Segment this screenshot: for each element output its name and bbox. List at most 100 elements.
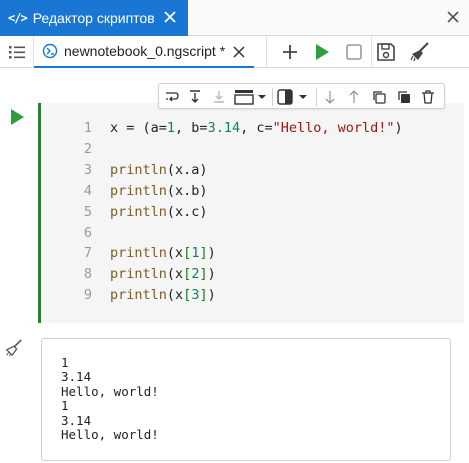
move-down-button[interactable] <box>321 88 339 106</box>
line-number: 9 <box>83 287 92 304</box>
code-line: 6 <box>70 223 110 244</box>
insert-below-button[interactable] <box>186 88 204 106</box>
line-number: 3 <box>83 161 92 178</box>
code-token: (x <box>166 245 184 262</box>
code-token: println <box>110 182 167 199</box>
line-number: 6 <box>83 224 92 241</box>
code-token: , b= <box>175 120 208 136</box>
contrast-icon <box>277 89 307 105</box>
move-up-button[interactable] <box>345 88 363 106</box>
close-icon[interactable] <box>232 45 246 59</box>
notebook-icon <box>42 43 58 59</box>
play-icon <box>316 44 329 60</box>
run-cell-icon[interactable] <box>9 108 25 126</box>
stop-icon <box>346 44 362 60</box>
code-token: (x <box>166 287 184 304</box>
broom-icon <box>410 42 429 62</box>
panel-tab-bar: </> Редактор скриптов <box>0 0 469 36</box>
code-line: 3 println(x.a) <box>70 160 208 181</box>
arrow-down-icon <box>325 91 335 104</box>
code-line: 9 println(x[3]) <box>70 285 216 306</box>
save-button[interactable] <box>374 40 398 64</box>
code-token: println <box>110 266 167 283</box>
wrap-button[interactable] <box>163 88 181 106</box>
close-panel-icon[interactable] <box>445 9 461 25</box>
code-token: ) <box>207 287 216 304</box>
notebook-tab[interactable]: newnotebook_0.ngscript * <box>34 36 254 68</box>
code-token: 1 <box>166 120 176 136</box>
cell-output: 1 3.14 Hello, world! 1 3.14 Hello, world! <box>41 338 451 461</box>
duplicate-button[interactable] <box>395 88 413 106</box>
code-token: 3.14 <box>207 120 241 136</box>
download-button[interactable] <box>210 88 228 106</box>
code-token: (x.b) <box>166 182 208 199</box>
output-line: Hello, world! <box>61 427 159 443</box>
code-token: , c= <box>240 120 273 136</box>
layout-icon <box>234 90 266 105</box>
copy-icon <box>373 91 386 104</box>
code-token: ] <box>199 245 208 262</box>
delete-cell-button[interactable] <box>419 88 437 106</box>
clear-cell-output-icon[interactable] <box>5 339 23 357</box>
code-line: 4 println(x.b) <box>70 181 208 202</box>
divider <box>266 36 267 68</box>
line-number: 8 <box>83 266 92 283</box>
code-token: (x <box>166 266 184 283</box>
modified-marker: * <box>219 43 226 59</box>
code-token: ] <box>199 266 208 283</box>
code-token: ) <box>207 266 216 283</box>
output-line: Hello, world! <box>61 383 159 399</box>
line-number: 2 <box>83 140 92 157</box>
add-cell-button[interactable] <box>278 40 302 64</box>
run-all-button[interactable] <box>310 40 334 64</box>
code-token: println <box>110 287 167 304</box>
theme-dropdown[interactable] <box>277 88 311 106</box>
code-line: 5 println(x.c) <box>70 202 208 223</box>
code-token: println <box>110 161 167 178</box>
code-line: 8 println(x[2]) <box>70 264 216 285</box>
line-number: 1 <box>83 120 92 136</box>
code-token: a= <box>150 120 167 136</box>
code-token: ) <box>394 120 403 136</box>
code-token: (x.c) <box>166 203 208 220</box>
divider <box>371 36 372 68</box>
line-number: 5 <box>83 203 92 220</box>
download-icon <box>214 91 224 103</box>
editor-toolbar: newnotebook_0.ngscript * <box>0 36 469 68</box>
clear-output-button[interactable] <box>408 40 432 64</box>
wrap-icon <box>166 92 179 102</box>
panel-tab-title: Редактор скриптов <box>32 10 155 26</box>
save-icon <box>377 43 395 61</box>
divider <box>316 88 317 106</box>
code-token: "Hello, world!" <box>272 120 395 136</box>
code-icon: </> <box>8 11 28 25</box>
code-token: ] <box>199 287 208 304</box>
code-line: 2 <box>70 139 110 160</box>
list-menu-icon[interactable] <box>8 44 26 60</box>
script-editor-tab[interactable]: </> Редактор скриптов <box>0 0 188 36</box>
output-line: 1 <box>61 398 69 414</box>
code-token: (x.a) <box>166 161 208 178</box>
stop-button[interactable] <box>342 40 366 64</box>
cell-layout-dropdown[interactable] <box>234 88 268 106</box>
cell-toolbar <box>158 83 445 109</box>
trash-icon <box>422 90 434 104</box>
arrow-up-icon <box>349 90 359 103</box>
output-line: 3.14 <box>61 369 92 385</box>
code-token: println <box>110 245 167 262</box>
arrow-down-line-icon <box>190 90 200 103</box>
plus-icon <box>283 45 297 59</box>
divider <box>272 88 273 106</box>
code-token: println <box>110 203 167 220</box>
line-number: 4 <box>83 182 92 199</box>
duplicate-icon <box>398 91 410 103</box>
notebook-tab-name: newnotebook_0.ngscript <box>64 43 216 59</box>
output-line: 1 <box>61 355 69 370</box>
line-number: 7 <box>83 245 92 262</box>
close-icon[interactable] <box>162 9 178 25</box>
copy-button[interactable] <box>370 88 388 106</box>
code-line: 7 println(x[1]) <box>70 243 216 264</box>
code-line: 1x = (a=1, b=3.14, c="Hello, world!") <box>70 118 403 139</box>
output-line: 3.14 <box>61 412 92 428</box>
code-token: ) <box>207 245 216 262</box>
